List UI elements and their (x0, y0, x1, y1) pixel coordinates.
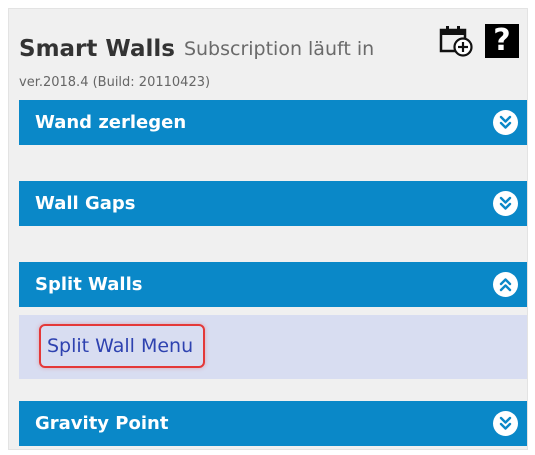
panel-header: Smart Walls Subscription läuft in (19, 19, 374, 63)
section-split-walls[interactable]: Split Walls (19, 262, 527, 307)
section-label: Wall Gaps (35, 193, 136, 214)
section-label: Split Walls (35, 274, 143, 295)
version-info: ver.2018.4 (Build: 20110423) (19, 75, 211, 90)
split-wall-menu-link[interactable]: Split Wall Menu (39, 324, 206, 368)
smart-walls-panel: Smart Walls Subscription läuft in ? ver.… (8, 8, 528, 450)
subscription-status: Subscription läuft in (183, 38, 375, 60)
section-label: Gravity Point (35, 413, 169, 434)
section-gravity-point[interactable]: Gravity Point (19, 401, 527, 446)
chevron-double-up-icon[interactable] (493, 272, 518, 297)
section-label: Wand zerlegen (35, 112, 187, 133)
chevron-double-down-icon[interactable] (493, 110, 518, 135)
section-wall-gaps[interactable]: Wall Gaps (19, 181, 527, 226)
split-walls-content: Split Wall Menu (19, 315, 527, 379)
calendar-add-icon[interactable] (439, 25, 473, 57)
app-title: Smart Walls (19, 36, 175, 62)
chevron-double-down-icon[interactable] (493, 191, 518, 216)
help-icon[interactable]: ? (485, 24, 519, 58)
chevron-double-down-icon[interactable] (493, 411, 518, 436)
section-wand-zerlegen[interactable]: Wand zerlegen (19, 100, 527, 145)
